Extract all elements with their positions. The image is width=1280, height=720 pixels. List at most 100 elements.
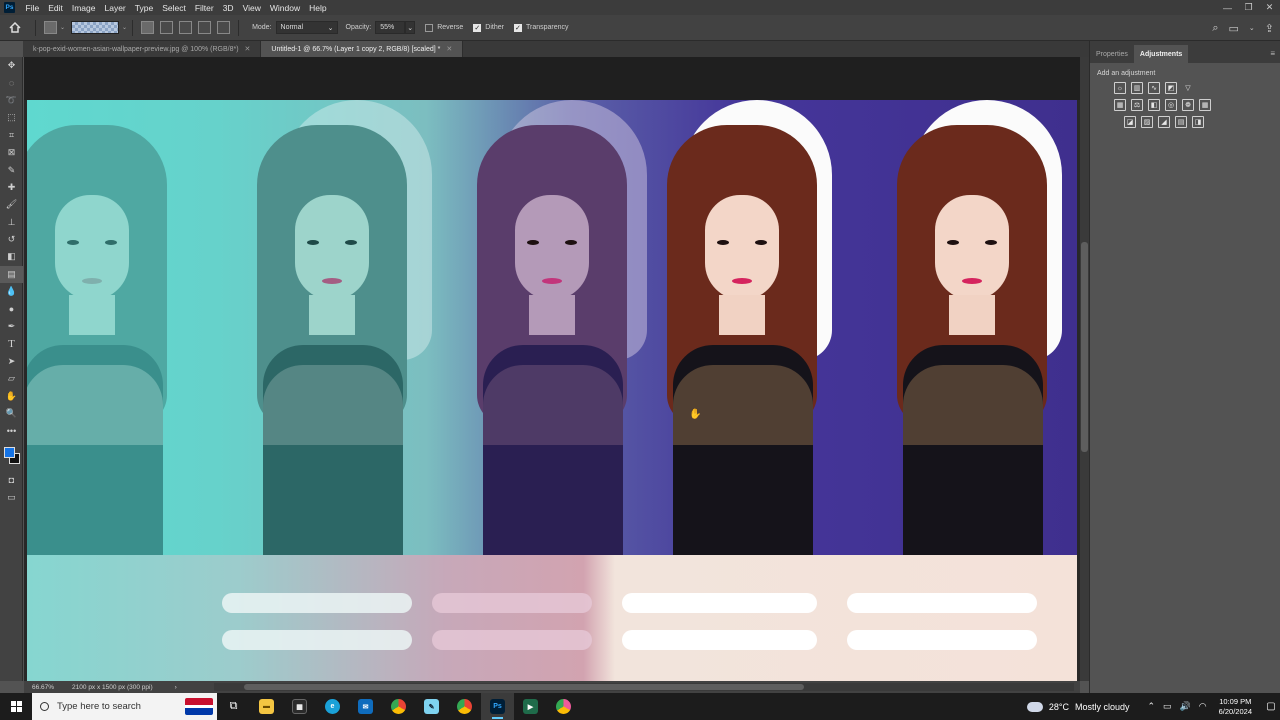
menu-window[interactable]: Window <box>265 3 304 13</box>
color-lookup-icon[interactable]: ▦ <box>1199 99 1211 111</box>
blur-tool-icon[interactable]: 💧 <box>0 283 23 300</box>
start-button[interactable] <box>0 693 32 720</box>
type-tool-icon[interactable]: T <box>0 335 23 352</box>
weather-widget[interactable]: 28°C Mostly cloudy <box>1026 701 1129 712</box>
menu-help[interactable]: Help <box>305 3 331 13</box>
chevron-down-icon[interactable]: ⌄ <box>1249 24 1255 32</box>
chrome-icon[interactable] <box>382 693 415 720</box>
angle-gradient-icon[interactable] <box>179 21 193 34</box>
mail-icon[interactable]: ✉ <box>349 693 382 720</box>
brightness-contrast-icon[interactable]: ☼ <box>1114 82 1126 94</box>
chevron-right-icon[interactable]: › <box>175 684 177 691</box>
minimize-icon[interactable]: — <box>1217 0 1238 15</box>
vibrance-icon[interactable]: ▽ <box>1182 82 1194 94</box>
opacity-slider-toggle[interactable]: ⌄ <box>405 21 416 34</box>
close-icon[interactable]: ✕ <box>245 45 251 53</box>
edge-icon[interactable]: e <box>316 693 349 720</box>
pen-tool-icon[interactable]: ✒ <box>0 318 23 335</box>
channel-mixer-icon[interactable]: ❁ <box>1182 99 1194 111</box>
threshold-icon[interactable]: ◢ <box>1158 116 1170 128</box>
tab-document-1[interactable]: k-pop-exid-women-asian-wallpaper-preview… <box>23 41 262 57</box>
reverse-checkbox[interactable] <box>425 23 434 32</box>
object-selection-tool-icon[interactable]: ⬚ <box>0 109 23 126</box>
menu-file[interactable]: File <box>21 3 44 13</box>
menu-filter[interactable]: Filter <box>190 3 218 13</box>
close-icon[interactable]: ✕ <box>446 45 452 53</box>
reflected-gradient-icon[interactable] <box>198 21 212 34</box>
restore-icon[interactable]: ❐ <box>1238 0 1259 15</box>
black-white-icon[interactable]: ◧ <box>1148 99 1160 111</box>
opacity-input[interactable]: 55% <box>375 21 406 34</box>
hue-saturation-icon[interactable]: ▦ <box>1114 99 1126 111</box>
levels-icon[interactable]: ▥ <box>1131 82 1143 94</box>
brush-tool-icon[interactable]: 🖌 <box>0 196 23 213</box>
quick-mask-icon[interactable]: ◘ <box>0 472 23 489</box>
foreground-color-swatch[interactable] <box>4 446 15 458</box>
more-tools-icon[interactable]: ••• <box>0 422 23 439</box>
zoom-level[interactable]: 66.67% <box>32 684 54 691</box>
gradient-picker[interactable] <box>71 21 120 34</box>
eraser-tool-icon[interactable]: ◧ <box>0 248 23 265</box>
photoshop-taskbar-icon[interactable]: Ps <box>481 693 514 720</box>
chevron-down-icon[interactable]: ⌄ <box>60 24 65 31</box>
menu-edit[interactable]: Edit <box>44 3 68 13</box>
mode-select[interactable]: Normal ⌄ <box>275 21 338 34</box>
radial-gradient-icon[interactable] <box>160 21 174 34</box>
chrome-canary-icon[interactable] <box>547 693 580 720</box>
posterize-icon[interactable]: ▨ <box>1141 116 1153 128</box>
tab-adjustments[interactable]: Adjustments <box>1133 45 1189 63</box>
tab-properties[interactable]: Properties <box>1090 45 1134 63</box>
frame-tool-icon[interactable]: ⊠ <box>0 144 23 161</box>
path-selection-tool-icon[interactable]: ➤ <box>0 353 23 370</box>
marquee-tool-icon[interactable]: ◌ <box>0 74 23 91</box>
share-icon[interactable]: ⇪ <box>1265 22 1274 35</box>
tab-document-2[interactable]: Untitled-1 @ 66.7% (Layer 1 copy 2, RGB/… <box>261 41 464 57</box>
menu-3d[interactable]: 3D <box>218 3 238 13</box>
document-image[interactable] <box>27 100 1077 681</box>
linear-gradient-icon[interactable] <box>141 21 155 34</box>
gradient-map-icon[interactable]: ▤ <box>1175 116 1187 128</box>
gradient-tool-preset-icon[interactable] <box>44 21 57 34</box>
invert-icon[interactable]: ◪ <box>1124 116 1136 128</box>
workspace-icon[interactable]: ▭ <box>1229 22 1239 35</box>
chevron-up-icon[interactable]: ⌃ <box>1147 701 1155 712</box>
menu-select[interactable]: Select <box>158 3 191 13</box>
photoshop-logo-icon[interactable]: Ps <box>4 2 15 13</box>
task-view-icon[interactable]: ⧉ <box>217 693 250 720</box>
horizontal-scrollbar[interactable] <box>214 683 1074 691</box>
menu-layer[interactable]: Layer <box>100 3 130 13</box>
taskbar-search[interactable]: Type here to search <box>32 693 217 720</box>
photo-filter-icon[interactable]: ◎ <box>1165 99 1177 111</box>
search-icon[interactable]: ⌕ <box>1212 22 1218 35</box>
microsoft-store-icon[interactable]: ▦ <box>283 693 316 720</box>
panel-menu-icon[interactable]: ≡ <box>1270 49 1275 58</box>
zoom-tool-icon[interactable]: 🔍 <box>0 405 23 422</box>
diamond-gradient-icon[interactable] <box>217 21 231 34</box>
scrollbar-thumb[interactable] <box>1081 242 1088 452</box>
hand-tool-icon[interactable]: ✋ <box>0 387 23 404</box>
menu-image[interactable]: Image <box>67 3 100 13</box>
vertical-scrollbar[interactable] <box>1080 57 1089 681</box>
chrome-profile-icon[interactable] <box>448 693 481 720</box>
eyedropper-tool-icon[interactable]: ✎ <box>0 161 23 178</box>
file-explorer-icon[interactable]: ▬ <box>250 693 283 720</box>
notification-icon[interactable]: ▢ <box>1262 701 1280 712</box>
exposure-icon[interactable]: ◩ <box>1165 82 1177 94</box>
dither-checkbox[interactable]: ✓ <box>473 23 482 32</box>
crop-tool-icon[interactable]: ⌗ <box>0 127 23 144</box>
notepad-icon[interactable]: ✎ <box>415 693 448 720</box>
dodge-tool-icon[interactable]: ● <box>0 300 23 317</box>
screen-mode-icon[interactable]: ▭ <box>0 489 23 506</box>
history-brush-tool-icon[interactable]: ↺ <box>0 231 23 248</box>
shape-tool-icon[interactable]: ▱ <box>0 370 23 387</box>
gradient-tool-icon[interactable]: ▤ <box>0 265 23 284</box>
curves-icon[interactable]: ∿ <box>1148 82 1160 94</box>
scrollbar-thumb[interactable] <box>244 684 804 690</box>
close-icon[interactable]: ✕ <box>1259 0 1280 15</box>
menu-view[interactable]: View <box>238 3 265 13</box>
volume-icon[interactable]: 🔊 <box>1180 701 1191 712</box>
move-tool-icon[interactable]: ✥ <box>0 57 23 74</box>
healing-brush-tool-icon[interactable]: ✚ <box>0 179 23 196</box>
wifi-icon[interactable]: ◠ <box>1199 701 1207 712</box>
color-balance-icon[interactable]: ⚖ <box>1131 99 1143 111</box>
